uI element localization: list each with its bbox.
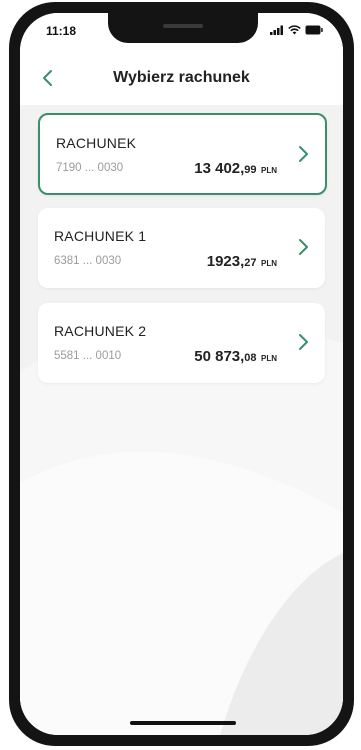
speaker: [163, 24, 203, 28]
status-icons: [270, 25, 323, 35]
account-number: 5581 ... 0010: [54, 350, 122, 362]
balance-decimal: 08: [244, 352, 257, 364]
volume-down-button: [9, 205, 15, 255]
wifi-icon: [288, 25, 301, 35]
chevron-right-icon: [299, 146, 308, 162]
balance-currency: PLN: [261, 259, 277, 268]
volume-up-button: [9, 145, 15, 195]
account-card[interactable]: RACHUNEK 2 5581 ... 0010 50 873,08 PLN: [38, 303, 325, 383]
account-balance: 1923,27 PLN: [207, 253, 277, 271]
balance-main: 13 402,: [194, 160, 245, 177]
balance-currency: PLN: [261, 354, 277, 363]
page-title: Wybierz rachunek: [113, 69, 250, 86]
signal-icon: [270, 25, 283, 35]
account-number: 6381 ... 0030: [54, 255, 122, 267]
account-balance: 50 873,08 PLN: [194, 348, 277, 366]
account-balance: 13 402,99 PLN: [194, 160, 277, 178]
account-number: 7190 ... 0030: [56, 162, 124, 174]
mute-switch: [9, 90, 15, 112]
account-card[interactable]: RACHUNEK 7190 ... 0030 13 402,99 PLN: [38, 113, 327, 195]
top-bar: 11:18 Wybierz rachunek: [20, 13, 343, 105]
battery-icon: [305, 25, 323, 35]
notch: [108, 13, 258, 43]
account-card[interactable]: RACHUNEK 1 6381 ... 0030 1923,27 PLN: [38, 208, 325, 288]
account-name: RACHUNEK 1: [54, 228, 147, 244]
balance-currency: PLN: [261, 166, 277, 175]
balance-decimal: 99: [244, 164, 257, 176]
account-name: RACHUNEK 2: [54, 323, 147, 339]
home-indicator[interactable]: [130, 721, 236, 725]
status-time: 11:18: [46, 24, 77, 38]
balance-decimal: 27: [244, 257, 257, 269]
balance-main: 1923,: [206, 253, 245, 270]
balance-main: 50 873,: [194, 348, 245, 365]
chevron-right-icon: [299, 239, 308, 255]
chevron-right-icon: [299, 334, 308, 350]
account-name: RACHUNEK: [56, 135, 137, 151]
screen: 11:18 Wybierz rachunek RACHUNEK 7190 ...…: [20, 13, 343, 735]
